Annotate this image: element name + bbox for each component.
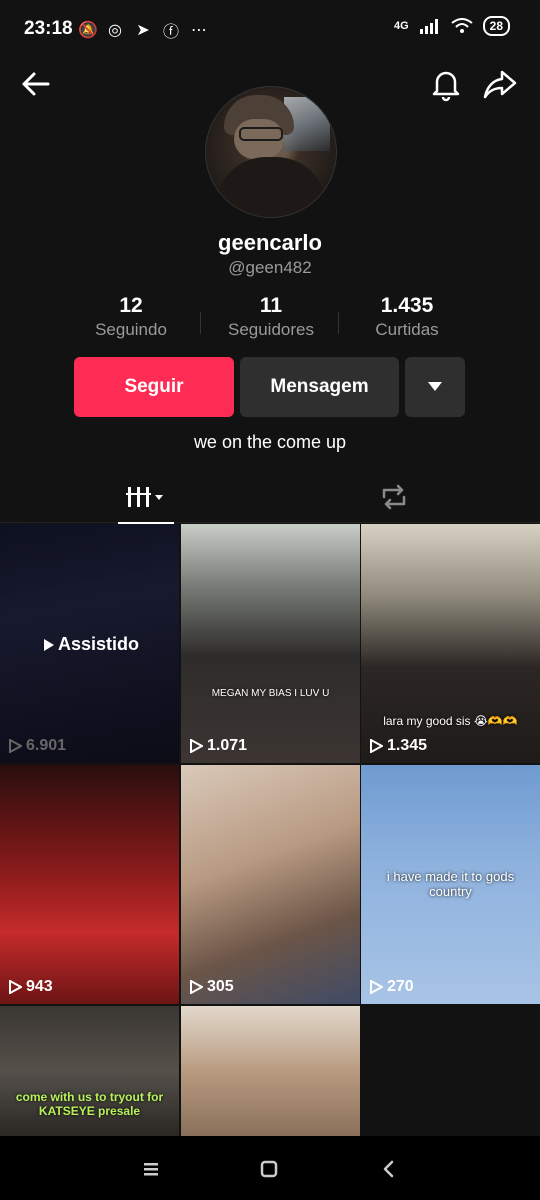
grid-bars-icon <box>126 487 163 507</box>
menu-icon[interactable] <box>136 1154 166 1184</box>
telegram-icon: ➤ <box>136 22 150 39</box>
whatsapp-icon: ◎ <box>108 22 122 39</box>
tab-reposts[interactable] <box>366 472 422 522</box>
caret-down-icon <box>428 382 442 391</box>
video-tile[interactable]: i have made it to gods country 270 <box>361 765 540 1004</box>
video-views: 1.345 <box>369 737 427 755</box>
video-caption: MEGAN MY BIAS I LUV U <box>211 688 330 699</box>
video-tile[interactable]: come with us to tryout for KATSEYE presa… <box>0 1006 179 1136</box>
stat-divider <box>200 312 201 334</box>
notification-icons: 🔕 ◎ ➤ ⓕ ⋯ <box>78 18 208 42</box>
system-status: 4G 28 <box>394 16 510 36</box>
signal-icon <box>419 19 438 34</box>
status-bar: 23:18 🔕 ◎ ➤ ⓕ ⋯ 4G 28 <box>0 0 540 60</box>
play-outline-icon <box>370 739 383 753</box>
share-icon[interactable] <box>482 66 518 102</box>
more-options-button[interactable] <box>405 357 465 417</box>
avatar[interactable] <box>205 86 337 218</box>
video-tile[interactable]: lara my good sis 😭🫶🫶 1.345 <box>361 524 540 763</box>
video-tile[interactable]: 305 <box>181 765 360 1004</box>
repost-icon <box>382 484 406 510</box>
avatar-body <box>216 157 326 217</box>
video-views: 6.901 <box>8 737 66 755</box>
more-dots-icon: ⋯ <box>191 22 207 39</box>
views-count: 270 <box>387 978 414 995</box>
views-count: 6.901 <box>26 737 67 754</box>
play-outline-icon <box>190 739 203 753</box>
back-arrow-icon[interactable] <box>18 66 54 102</box>
network-label: 4G <box>393 20 409 32</box>
watched-label: Assistido <box>44 634 139 655</box>
facebook-icon: ⓕ <box>162 24 179 41</box>
profile-tabs <box>0 472 540 524</box>
video-tile[interactable]: MEGAN MY BIAS I LUV U 1.071 <box>181 524 360 763</box>
video-caption: lara my good sis 😭🫶🫶 <box>383 714 518 728</box>
stat-following[interactable]: 12 Seguindo <box>56 294 206 340</box>
video-views: 270 <box>369 978 414 996</box>
views-count: 305 <box>207 978 234 995</box>
message-button[interactable]: Mensagem <box>240 357 399 417</box>
video-views: 1.071 <box>189 737 247 755</box>
profile-stats: 12 Seguindo 11 Seguidores 1.435 Curtidas <box>0 294 540 344</box>
tab-videos[interactable] <box>118 472 174 524</box>
stat-followers[interactable]: 11 Seguidores <box>196 294 346 340</box>
play-icon <box>44 638 54 651</box>
profile-handle: @geen482 <box>228 258 312 277</box>
status-time: 23:18 <box>24 18 73 39</box>
watched-text: Assistido <box>58 634 140 654</box>
views-count: 1.071 <box>207 737 248 754</box>
play-outline-icon <box>9 739 22 753</box>
play-outline-icon <box>190 980 203 994</box>
video-views: 305 <box>189 978 234 996</box>
play-outline-icon <box>9 980 22 994</box>
stat-label: Seguindo <box>95 320 167 339</box>
views-count: 1.345 <box>387 737 428 754</box>
video-tile[interactable]: 943 <box>0 765 179 1004</box>
stat-value: 1.435 <box>380 294 434 317</box>
play-outline-icon <box>370 980 383 994</box>
stat-value: 12 <box>119 294 143 317</box>
back-icon[interactable] <box>374 1154 404 1184</box>
video-tile[interactable] <box>181 1006 360 1136</box>
views-count: 943 <box>26 978 53 995</box>
video-caption: i have made it to gods country <box>386 869 515 899</box>
system-nav-bar <box>0 1136 540 1200</box>
mute-icon: 🔕 <box>78 22 98 39</box>
video-views: 943 <box>8 978 53 996</box>
stat-likes: 1.435 Curtidas <box>332 294 482 340</box>
stat-divider <box>338 312 339 334</box>
profile-bio: we on the come up <box>193 432 347 452</box>
stat-value: 11 <box>259 294 283 317</box>
video-caption: come with us to tryout for KATSEYE presa… <box>15 1090 164 1118</box>
follow-button[interactable]: Seguir <box>74 357 234 417</box>
bell-icon[interactable] <box>428 66 464 102</box>
battery-icon: 28 <box>482 16 510 36</box>
stat-label: Seguidores <box>227 320 314 339</box>
profile-display-name: geencarlo <box>218 230 322 255</box>
home-icon[interactable] <box>254 1154 284 1184</box>
stat-label: Curtidas <box>375 320 439 339</box>
video-tile[interactable]: Assistido 6.901 <box>0 524 179 763</box>
wifi-icon <box>451 18 473 33</box>
avatar-glasses <box>239 127 283 141</box>
